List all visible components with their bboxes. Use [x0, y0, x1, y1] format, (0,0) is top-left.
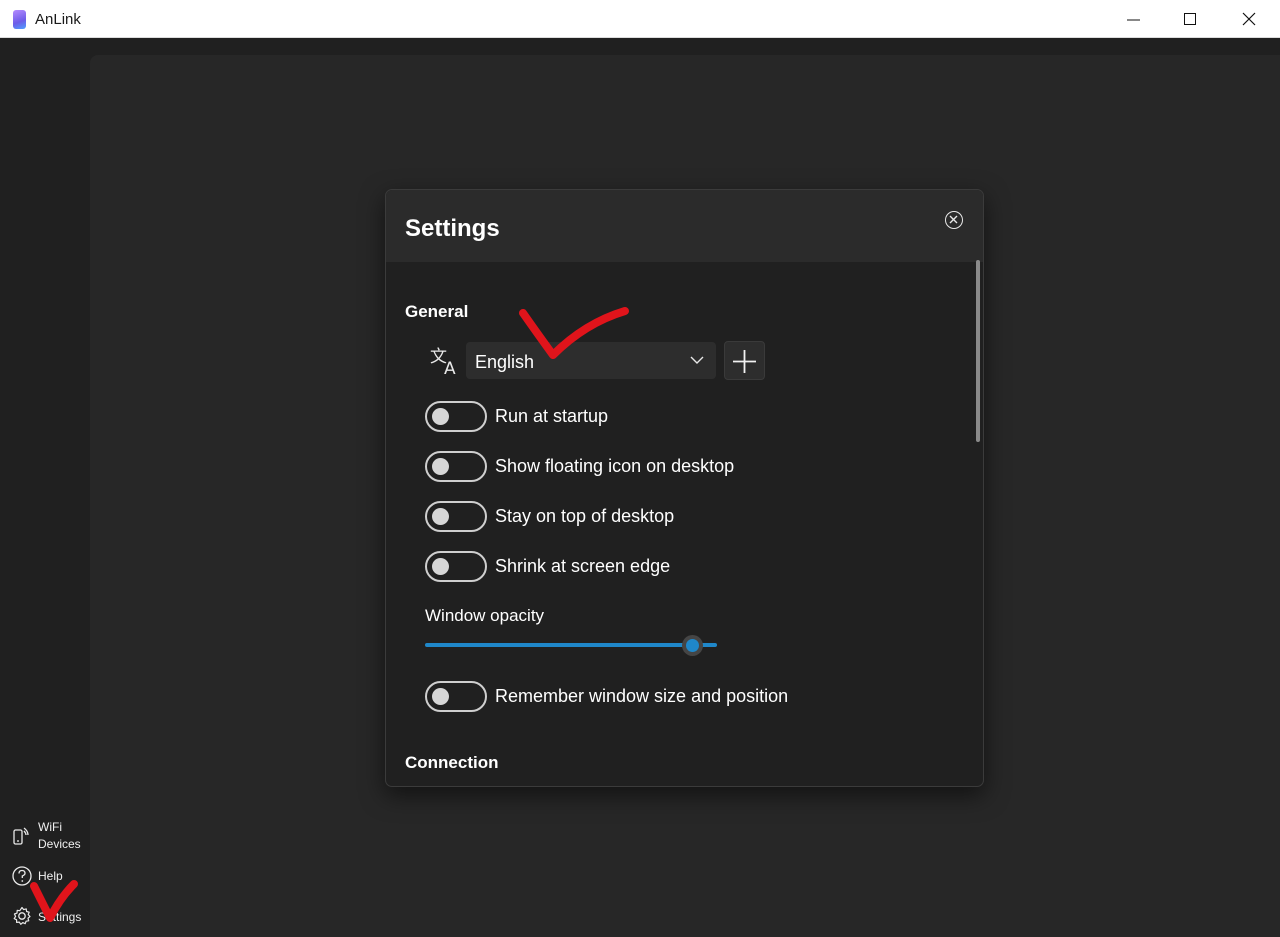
toggle-knob	[432, 458, 449, 475]
dialog-header: Settings	[386, 190, 983, 262]
minimize-button[interactable]	[1105, 0, 1163, 38]
sidebar-item-label: Help	[38, 869, 63, 883]
language-dropdown[interactable]: English	[466, 342, 716, 379]
maximize-button[interactable]	[1162, 0, 1220, 38]
chevron-down-icon	[690, 356, 704, 364]
title-bar: AnLink	[0, 0, 1280, 38]
close-icon	[949, 215, 958, 224]
section-connection-heading: Connection	[405, 753, 499, 772]
sidebar-item-label: WiFi Devices	[38, 820, 81, 851]
floating-icon-toggle[interactable]	[425, 451, 487, 482]
close-window-button[interactable]	[1220, 0, 1278, 38]
sidebar-item-wifi-devices[interactable]: WiFi Devices	[0, 818, 90, 858]
sidebar: WiFi Devices Help Settings	[0, 38, 90, 937]
run-at-startup-toggle[interactable]	[425, 401, 487, 432]
toggle-label: Show floating icon on desktop	[495, 456, 735, 476]
stay-on-top-toggle[interactable]	[425, 501, 487, 532]
help-icon	[12, 866, 32, 886]
sidebar-item-label: Settings	[38, 910, 82, 924]
maximize-icon	[1184, 13, 1196, 25]
dialog-title: Settings	[405, 215, 500, 242]
slider-thumb[interactable]	[682, 635, 703, 656]
remember-window-toggle[interactable]	[425, 681, 487, 712]
svg-text:A: A	[444, 359, 456, 376]
slider-track	[425, 643, 717, 647]
toggle-label: Remember window size and position	[495, 686, 789, 706]
translate-icon: 文 A	[430, 347, 456, 376]
toggle-knob	[432, 688, 449, 705]
add-language-button[interactable]	[724, 341, 765, 380]
minimize-icon	[1127, 19, 1140, 21]
section-general-heading: General	[405, 302, 469, 321]
app-title: AnLink	[35, 11, 81, 28]
gear-icon	[13, 906, 31, 925]
toggle-knob	[432, 558, 449, 575]
sidebar-item-help[interactable]: Help	[0, 865, 90, 889]
settings-dialog: Settings General 文 A English Run at star…	[385, 189, 984, 787]
toggle-label: Run at startup	[495, 406, 609, 426]
dialog-close-button[interactable]	[945, 211, 963, 229]
toggle-knob	[432, 408, 449, 425]
toggle-knob	[432, 508, 449, 525]
toggle-label: Shrink at screen edge	[495, 556, 671, 576]
app-logo-icon	[13, 10, 26, 29]
window-opacity-label: Window opacity	[425, 606, 545, 625]
slider-thumb-center	[686, 639, 699, 652]
sidebar-item-settings[interactable]: Settings	[0, 904, 90, 930]
toggle-label: Stay on top of desktop	[495, 506, 675, 526]
language-selected-value: English	[475, 352, 535, 372]
phone-wifi-icon	[13, 827, 29, 845]
plus-icon	[733, 350, 756, 373]
shrink-edge-toggle[interactable]	[425, 551, 487, 582]
scrollbar[interactable]	[976, 260, 980, 442]
window-opacity-slider[interactable]	[425, 631, 717, 661]
close-icon	[1242, 12, 1256, 26]
